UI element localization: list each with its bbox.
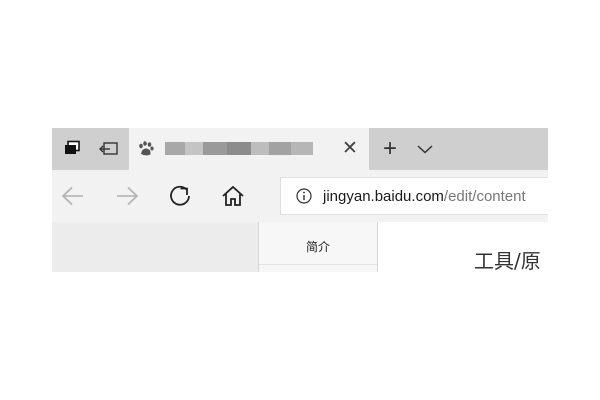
refresh-icon[interactable] <box>162 178 198 214</box>
url-host: jingyan.baidu.com <box>323 188 444 205</box>
address-bar[interactable]: jingyan.baidu.com/edit/content <box>280 177 548 215</box>
toc-panel: 简介 <box>258 222 378 272</box>
browser-window: ✕ + jingyan.baidu.com/edit/content 简介 工具… <box>52 128 548 272</box>
info-icon[interactable] <box>296 188 312 204</box>
url-text[interactable]: jingyan.baidu.com/edit/content <box>323 188 526 206</box>
baidu-paw-icon <box>137 140 155 158</box>
section-heading: 工具/原 <box>474 249 541 272</box>
forward-arrow-icon[interactable] <box>109 178 145 214</box>
chevron-down-icon[interactable] <box>410 128 440 170</box>
active-tab[interactable]: ✕ <box>129 128 369 170</box>
navigation-bar: jingyan.baidu.com/edit/content <box>52 170 548 222</box>
restore-tabs-icon[interactable] <box>89 128 129 170</box>
left-pane <box>52 222 258 272</box>
close-tab-icon[interactable]: ✕ <box>339 137 361 159</box>
url-path: /edit/content <box>443 188 526 205</box>
tab-title-obscured <box>165 142 313 155</box>
page-content: 简介 工具/原 <box>52 222 548 272</box>
home-icon[interactable] <box>215 178 251 214</box>
divider <box>259 264 377 265</box>
tabs-aside-icon[interactable] <box>52 128 92 170</box>
toc-item-intro[interactable]: 简介 <box>259 238 377 255</box>
tab-strip: ✕ + <box>52 128 548 170</box>
new-tab-icon[interactable]: + <box>370 128 410 170</box>
back-arrow-icon[interactable] <box>55 178 91 214</box>
